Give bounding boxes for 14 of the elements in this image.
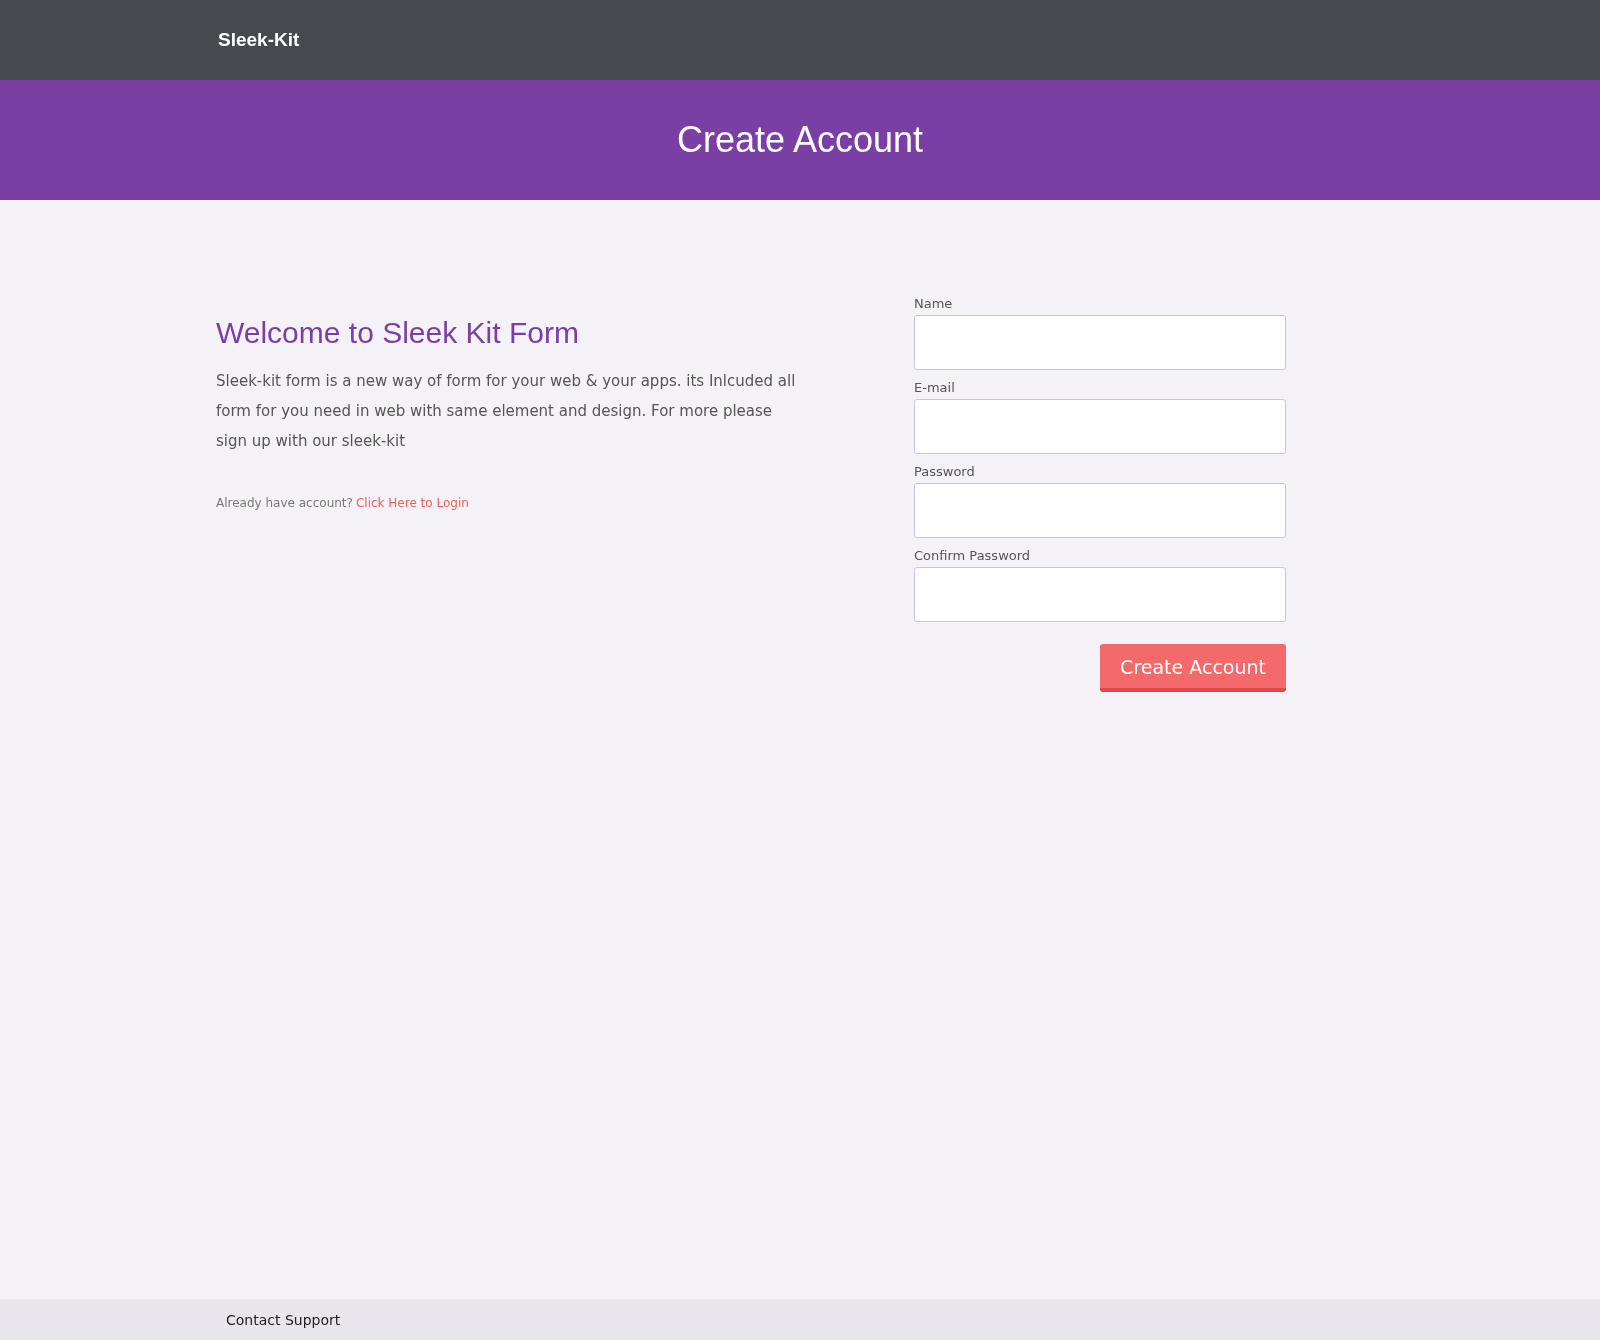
contact-support-link[interactable]: Contact Support — [226, 1311, 341, 1328]
input-field[interactable] — [914, 399, 1286, 454]
page-title: Create Account — [676, 119, 924, 161]
input-field[interactable] — [914, 567, 1286, 622]
field-label: Name — [914, 296, 954, 311]
field-label: Password — [914, 464, 976, 479]
input-field[interactable] — [914, 315, 1286, 370]
field-label: E-mail — [914, 380, 956, 395]
welcome-heading: Welcome to Sleek Kit Form — [216, 316, 580, 350]
intro-paragraph: Sleek-kit form is a new way of form for your web & your apps. its Inlcuded all form for you need in web with same element and design. For more please sign up with our sleek-kit — [216, 371, 796, 452]
login-prompt: Already have account? — [216, 496, 353, 510]
input-field[interactable] — [914, 483, 1286, 538]
field-label: Confirm Password — [914, 548, 1032, 563]
brand-link[interactable]: Sleek-Kit — [218, 29, 300, 51]
